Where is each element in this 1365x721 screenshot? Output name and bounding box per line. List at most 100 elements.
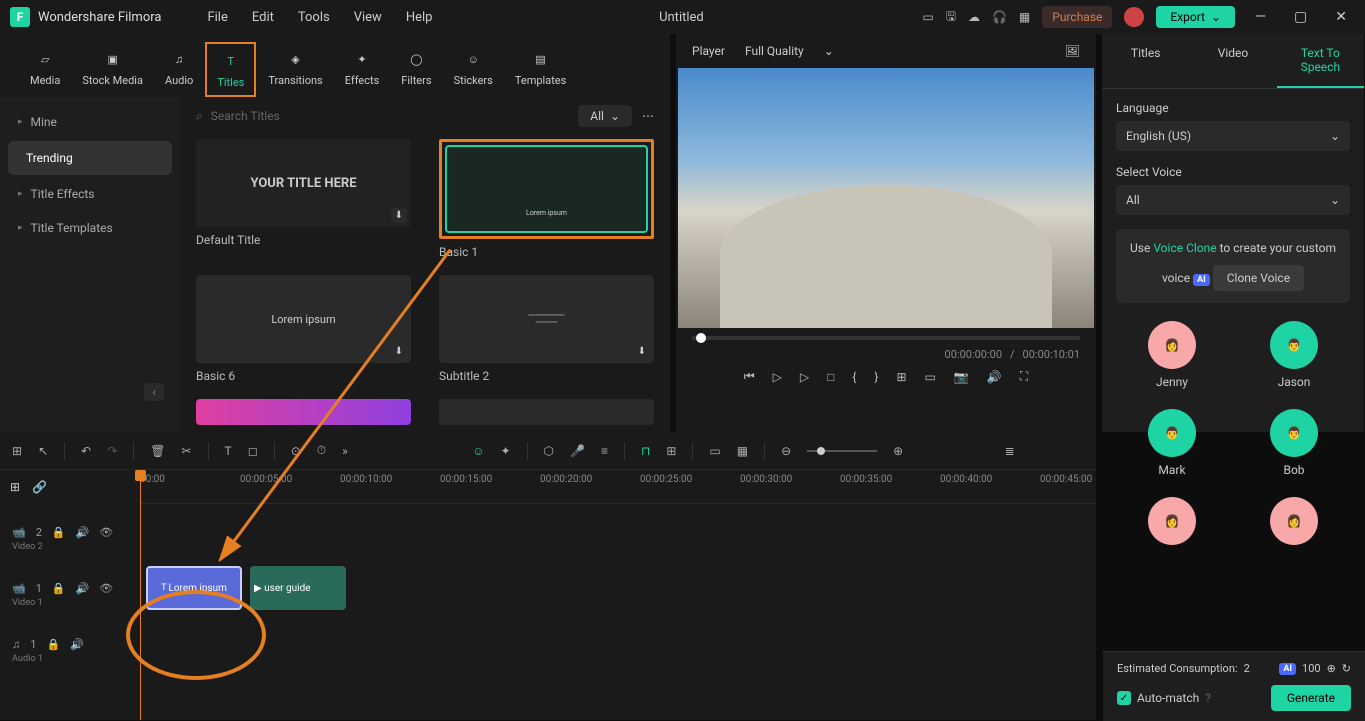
- title-card-extra-2[interactable]: [439, 399, 654, 425]
- voice-extra-2[interactable]: 👩: [1238, 497, 1350, 551]
- redo-icon[interactable]: ↷: [107, 444, 117, 458]
- render-icon[interactable]: ▭: [709, 444, 720, 458]
- headphones-icon[interactable]: 🎧: [992, 10, 1007, 24]
- crop-icon[interactable]: ◻: [248, 444, 258, 458]
- cut-icon[interactable]: ✂: [181, 444, 191, 458]
- tab-filters[interactable]: ◯Filters: [391, 42, 441, 97]
- generate-button[interactable]: Generate: [1271, 685, 1351, 711]
- track-video-2[interactable]: [140, 504, 1096, 560]
- title-card-basic-6[interactable]: Lorem ipsum⬇ Basic 6: [196, 275, 411, 383]
- voice-clone-link[interactable]: Voice Clone: [1153, 241, 1216, 255]
- link-icon[interactable]: ⊞: [666, 444, 676, 458]
- lock-icon[interactable]: 🔒: [52, 526, 66, 539]
- title-card-default-title[interactable]: YOUR TITLE HERE⬇ Default Title: [196, 139, 411, 259]
- grid-icon[interactable]: ▦: [737, 444, 748, 458]
- zoom-out-icon[interactable]: ⊖: [781, 444, 791, 458]
- eye-icon[interactable]: 👁: [99, 526, 113, 539]
- tab-stock-media[interactable]: ▣Stock Media: [72, 42, 153, 97]
- magnet-icon[interactable]: ⊓: [641, 444, 650, 458]
- zoom-slider[interactable]: [807, 450, 877, 452]
- voice-bob[interactable]: 👨Bob: [1238, 409, 1350, 477]
- sidebar-item-mine[interactable]: ▸Mine: [0, 105, 180, 139]
- voice-extra-1[interactable]: 👩: [1116, 497, 1228, 551]
- list-icon[interactable]: ≣: [1005, 444, 1015, 458]
- add-credits-icon[interactable]: ⊕: [1327, 662, 1336, 675]
- purchase-button[interactable]: Purchase: [1042, 6, 1112, 28]
- clip-title[interactable]: TLorem ipsum: [146, 566, 242, 610]
- screen-icon[interactable]: ▭: [922, 10, 933, 24]
- mic-icon[interactable]: 🎤: [570, 444, 585, 458]
- clip-video[interactable]: ▶ user guide: [250, 566, 346, 610]
- track-audio-1[interactable]: [140, 616, 1096, 672]
- snapshot-icon[interactable]: 🖼: [1065, 44, 1080, 58]
- menu-help[interactable]: Help: [398, 6, 441, 29]
- title-card-basic-1[interactable]: Lorem ipsum Basic 1: [439, 139, 654, 259]
- marker-icon[interactable]: ⬡: [544, 444, 554, 458]
- track-header-video-2[interactable]: 📹2 🔒 🔊 👁 Video 2: [0, 504, 140, 560]
- sidebar-item-title-effects[interactable]: ▸Title Effects: [0, 177, 180, 211]
- rp-tab-video[interactable]: Video: [1189, 34, 1276, 88]
- help-icon[interactable]: ?: [1205, 691, 1211, 705]
- apps-icon[interactable]: ▦: [1019, 10, 1030, 24]
- voice-jenny[interactable]: 👩Jenny: [1116, 321, 1228, 389]
- user-avatar[interactable]: [1124, 7, 1144, 27]
- play-icon[interactable]: ▷: [800, 370, 809, 384]
- voice-jason[interactable]: 👨Jason: [1238, 321, 1350, 389]
- fullscreen-icon[interactable]: ⛶: [1020, 369, 1028, 384]
- timeline-ruler[interactable]: 00:00 00:00:05:00 00:00:10:00 00:00:15:0…: [140, 470, 1096, 504]
- tab-stickers[interactable]: ☺Stickers: [444, 42, 503, 97]
- export-button[interactable]: Export⌄: [1156, 6, 1235, 28]
- voice-mark[interactable]: 👨Mark: [1116, 409, 1228, 477]
- link-track-icon[interactable]: 🔗: [32, 480, 47, 494]
- close-button[interactable]: ✕: [1327, 9, 1355, 25]
- add-track-icon[interactable]: ⊞: [10, 480, 20, 494]
- volume-icon[interactable]: 🔊: [987, 370, 1002, 384]
- preview-video[interactable]: [678, 68, 1094, 328]
- refresh-icon[interactable]: ↻: [1342, 662, 1351, 675]
- mute-icon[interactable]: 🔊: [76, 526, 90, 539]
- tab-effects[interactable]: ✦Effects: [335, 42, 390, 97]
- zoom-in-icon[interactable]: ⊕: [893, 444, 903, 458]
- settings-icon[interactable]: ⊞: [896, 370, 906, 384]
- mark-out-icon[interactable]: }: [874, 370, 878, 384]
- speed-icon[interactable]: ⊙: [291, 444, 301, 458]
- filter-dropdown[interactable]: All⌄: [578, 105, 632, 127]
- undo-icon[interactable]: ↶: [81, 444, 91, 458]
- mixer-icon[interactable]: ≡: [601, 444, 608, 458]
- menu-edit[interactable]: Edit: [244, 6, 282, 29]
- voice-filter-select[interactable]: All⌄: [1116, 185, 1350, 215]
- sidebar-item-trending[interactable]: Trending: [8, 141, 172, 175]
- prev-frame-icon[interactable]: ⏮: [744, 369, 755, 384]
- clone-voice-button[interactable]: Clone Voice: [1213, 265, 1304, 291]
- display-icon[interactable]: ▭: [925, 370, 936, 384]
- camera-icon[interactable]: 📷: [954, 370, 969, 384]
- tab-audio[interactable]: ♫Audio: [155, 42, 203, 97]
- sidebar-item-title-templates[interactable]: ▸Title Templates: [0, 211, 180, 245]
- scrubber[interactable]: [692, 336, 1080, 340]
- tab-titles[interactable]: TTitles: [205, 42, 256, 97]
- rp-tab-titles[interactable]: Titles: [1102, 34, 1189, 88]
- text-icon[interactable]: T: [225, 444, 232, 458]
- cursor-icon[interactable]: ↖: [38, 444, 48, 458]
- automatch-checkbox[interactable]: ✓Auto-match ?: [1117, 691, 1211, 705]
- mute-icon[interactable]: 🔊: [76, 582, 90, 595]
- track-video-1[interactable]: TLorem ipsum ▶ user guide: [140, 560, 1096, 616]
- lock-icon[interactable]: 🔒: [46, 638, 60, 651]
- menu-view[interactable]: View: [346, 6, 390, 29]
- mute-icon[interactable]: 🔊: [70, 638, 84, 651]
- lock-icon[interactable]: 🔒: [52, 582, 66, 595]
- track-header-audio-1[interactable]: ♫1 🔒 🔊 Audio 1: [0, 616, 140, 672]
- ai-icon[interactable]: ☺: [472, 444, 484, 458]
- sidebar-back-button[interactable]: ‹: [144, 383, 164, 401]
- quality-dropdown[interactable]: Full Quality⌄: [745, 44, 834, 58]
- title-card-extra-1[interactable]: [196, 399, 411, 425]
- minimize-button[interactable]: —: [1247, 9, 1274, 25]
- cloud-icon[interactable]: ☁: [968, 10, 980, 24]
- scrubber-handle[interactable]: [696, 333, 706, 343]
- tab-transitions[interactable]: ◈Transitions: [258, 42, 332, 97]
- play-start-icon[interactable]: ▷: [773, 370, 782, 384]
- language-select[interactable]: English (US)⌄: [1116, 121, 1350, 151]
- timer-icon[interactable]: ⏱: [317, 443, 326, 458]
- delete-icon[interactable]: 🗑: [150, 444, 165, 458]
- layout-icon[interactable]: ⊞: [12, 444, 22, 458]
